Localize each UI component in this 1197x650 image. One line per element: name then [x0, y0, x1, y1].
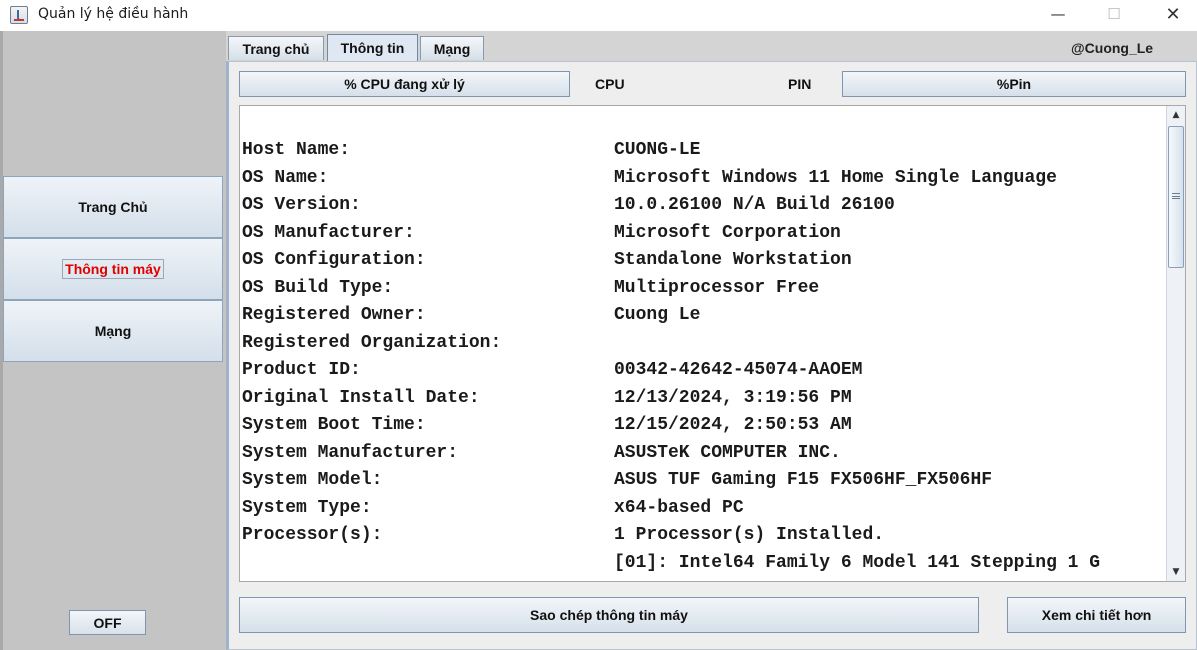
info-row: System Boot Time: 12/15/2024, 2:50:53 AM	[242, 412, 1167, 440]
info-key: OS Name:	[242, 167, 329, 188]
scroll-down-icon[interactable]: ▼	[1167, 563, 1185, 581]
sidebar-item-label: Thông tin máy	[62, 259, 164, 279]
off-button[interactable]: OFF	[69, 610, 146, 635]
sidebar-item-label: Trang Chủ	[78, 199, 148, 215]
info-row: Processor(s): 1 Processor(s) Installed.	[242, 522, 1167, 550]
info-value: Cuong Le	[614, 305, 701, 325]
info-key: Registered Organization:	[242, 332, 502, 353]
info-row: Registered Owner: Cuong Le	[242, 302, 1167, 330]
battery-percent-button[interactable]: %Pin	[842, 71, 1186, 97]
info-value: ASUSTeK COMPUTER INC.	[614, 442, 841, 463]
info-row: Registered Organization:	[242, 330, 1167, 358]
info-key: OS Configuration:	[242, 250, 426, 270]
info-key: OS Manufacturer:	[242, 222, 415, 243]
info-value: ASUS TUF Gaming F15 FX506HF_FX506HF	[614, 470, 993, 490]
info-value: x64-based PC	[614, 497, 744, 518]
vertical-scrollbar[interactable]: ▲ ▼	[1166, 106, 1185, 581]
sidebar-item-label: Mạng	[94, 323, 132, 339]
grip-icon	[1172, 193, 1180, 199]
java-app-icon	[10, 6, 28, 24]
info-value: Microsoft Windows 11 Home Single Languag…	[614, 167, 1057, 188]
info-key: System Manufacturer:	[242, 442, 459, 463]
info-key: Host Name:	[242, 140, 351, 160]
info-row: [01]: Intel64 Family 6 Model 141 Steppin…	[242, 550, 1167, 578]
info-key: System Model:	[242, 470, 383, 490]
pin-label: PIN	[788, 76, 812, 92]
view-more-details-button[interactable]: Xem chi tiết hơn	[1007, 597, 1186, 633]
cpu-label: CPU	[595, 76, 625, 92]
info-key: OS Version:	[242, 195, 361, 215]
info-row: OS Build Type: Multiprocessor Free	[242, 275, 1167, 303]
info-row: OS Configuration: Standalone Workstation	[242, 247, 1167, 275]
info-row: Original Install Date: 12/13/2024, 3:19:5…	[242, 385, 1167, 413]
info-row: System Type: x64-based PC	[242, 495, 1167, 523]
info-key: Product ID:	[242, 360, 361, 380]
info-key: Processor(s):	[242, 525, 383, 545]
sidebar-item-machine-info[interactable]: Thông tin máy	[3, 238, 223, 300]
info-key: Original Install Date:	[242, 387, 480, 408]
info-value: 12/15/2024, 2:50:53 AM	[614, 415, 852, 435]
tab-info[interactable]: Thông tin	[327, 34, 418, 61]
info-row: OS Manufacturer: Microsoft Corporation	[242, 220, 1167, 248]
info-key: Registered Owner:	[242, 305, 426, 325]
minimize-button[interactable]: —	[1035, 0, 1081, 31]
info-value: 00342-42642-45074-AAOEM	[614, 360, 863, 380]
info-row: OS Name: Microsoft Windows 11 Home Single…	[242, 165, 1167, 193]
info-row: OS Version: 10.0.26100 N/A Build 26100	[242, 192, 1167, 220]
system-info-lines: Host Name: CUONG-LE OS Name: Microsoft Wind…	[242, 137, 1167, 577]
system-info-textarea[interactable]: Host Name: CUONG-LE OS Name: Microsoft Wind…	[239, 105, 1186, 582]
info-value: CUONG-LE	[614, 140, 701, 160]
info-value: [01]: Intel64 Family 6 Model 141 Steppin…	[614, 552, 1101, 573]
info-row: Product ID: 00342-42642-45074-AAOEM	[242, 357, 1167, 385]
copy-machine-info-button[interactable]: Sao chép thông tin máy	[239, 597, 979, 633]
window-title: Quản lý hệ điều hành	[38, 6, 189, 22]
info-value: 12/13/2024, 3:19:56 PM	[614, 387, 852, 408]
tab-home[interactable]: Trang chủ	[228, 36, 324, 60]
info-value: Microsoft Corporation	[614, 222, 841, 243]
info-row: Host Name: CUONG-LE	[242, 137, 1167, 165]
info-value: Multiprocessor Free	[614, 277, 820, 298]
tab-network[interactable]: Mạng	[420, 36, 484, 60]
sidebar-item-home[interactable]: Trang Chủ	[3, 176, 223, 238]
info-value: Standalone Workstation	[614, 250, 852, 270]
cpu-usage-button[interactable]: % CPU đang xử lý	[239, 71, 570, 97]
user-tag: @Cuong_Le	[1071, 40, 1154, 56]
scroll-thumb[interactable]	[1168, 126, 1184, 268]
info-value: 10.0.26100 N/A Build 26100	[614, 195, 895, 215]
info-value: 1 Processor(s) Installed.	[614, 525, 885, 545]
close-button[interactable]: ✕	[1150, 0, 1196, 31]
scroll-up-icon[interactable]: ▲	[1167, 106, 1185, 124]
info-row: System Manufacturer: ASUSTeK COMPUTER INC…	[242, 440, 1167, 468]
info-key: System Type:	[242, 497, 372, 518]
maximize-button[interactable]: ☐	[1091, 0, 1137, 31]
info-key: System Boot Time:	[242, 415, 426, 435]
info-key: OS Build Type:	[242, 277, 394, 298]
title-bar: Quản lý hệ điều hành — ☐ ✕	[0, 0, 1197, 31]
sidebar-item-network[interactable]: Mạng	[3, 300, 223, 362]
info-row: System Model: ASUS TUF Gaming F15 FX506HF…	[242, 467, 1167, 495]
